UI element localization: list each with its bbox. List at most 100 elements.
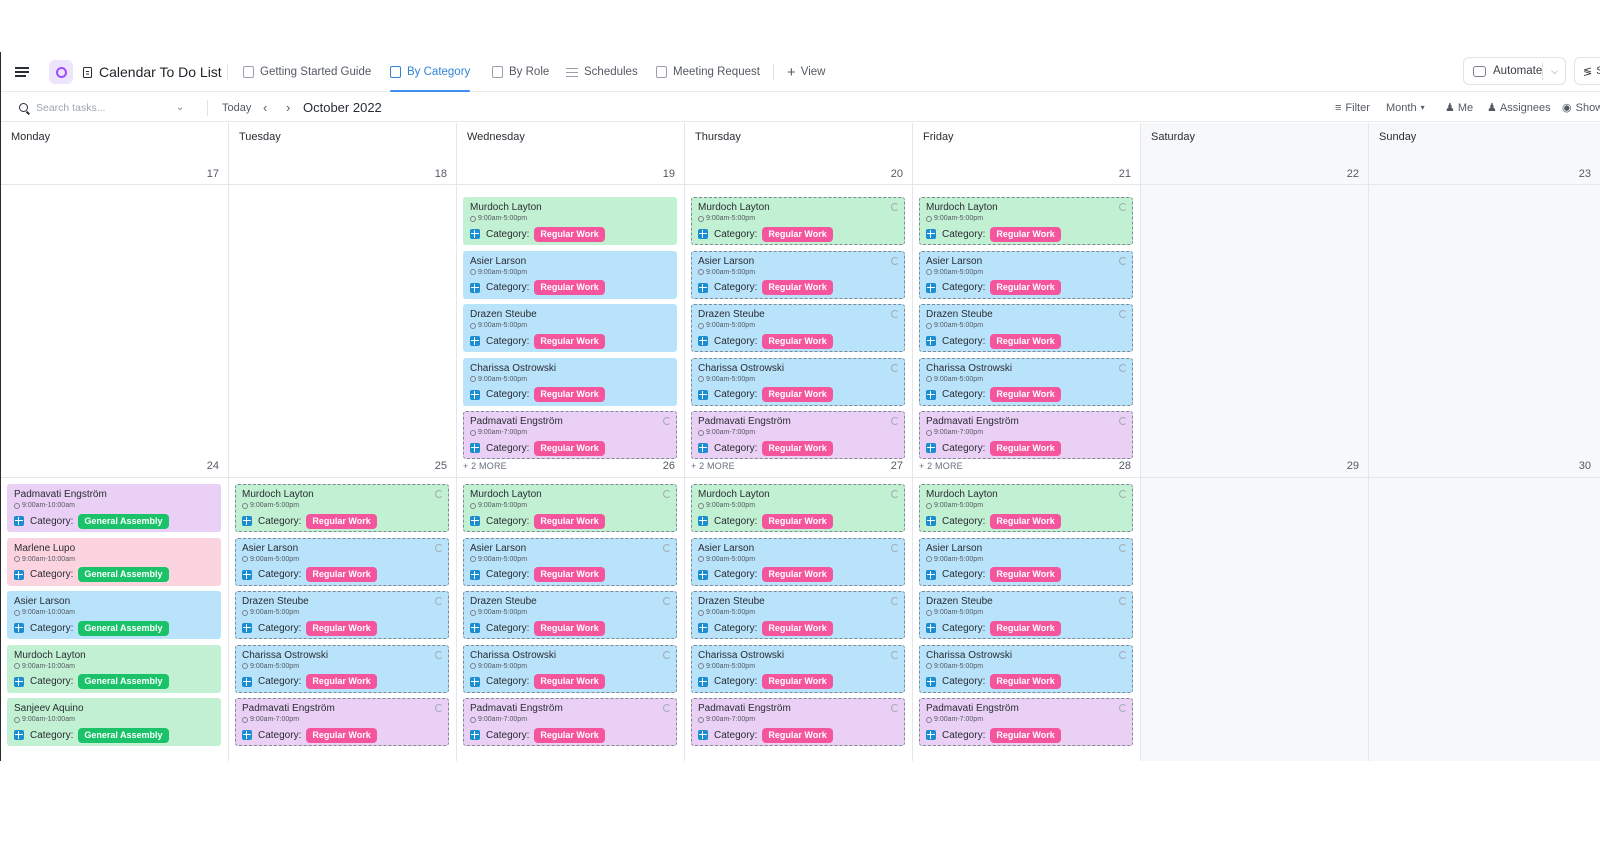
category-tag[interactable]: Regular Work — [306, 620, 377, 636]
category-tag[interactable]: Regular Work — [990, 440, 1061, 456]
task-card[interactable]: Murdoch Layton 9:00am-5:00pm Category: Regu… — [235, 484, 449, 532]
date-number[interactable]: 17 — [179, 168, 219, 180]
category-tag[interactable]: Regular Work — [762, 513, 833, 529]
category-tag[interactable]: Regular Work — [990, 280, 1061, 295]
task-card[interactable]: Drazen Steube 9:00am-5:00pm Category: Regul… — [691, 591, 905, 639]
category-tag[interactable]: Regular Work — [306, 567, 377, 582]
date-number[interactable]: 23 — [1551, 168, 1591, 180]
task-card[interactable]: Asier Larson 9:00am-5:00pm Category: Regula… — [691, 537, 905, 586]
task-card[interactable]: Drazen Steube 9:00am-5:00pm Category: Regul… — [235, 591, 449, 639]
task-card[interactable]: Charissa Ostrowski 9:00am-5:00pm Category:… — [235, 644, 449, 693]
category-tag[interactable]: Regular Work — [762, 727, 833, 743]
date-number[interactable]: 27 — [863, 460, 903, 472]
automate-button[interactable]: Automate ⌵ — [1463, 57, 1566, 85]
category-tag[interactable]: Regular Work — [762, 226, 833, 242]
category-tag[interactable]: Regular Work — [990, 727, 1061, 743]
category-tag[interactable]: Regular Work — [534, 620, 605, 636]
task-card[interactable]: Padmavati Engström 9:00am-7:00pm Category:… — [463, 698, 677, 746]
date-number[interactable]: 29 — [1319, 460, 1359, 472]
category-tag[interactable]: Regular Work — [534, 513, 605, 529]
prev-month-button[interactable]: ‹ — [263, 93, 267, 122]
task-card[interactable]: Asier Larson 9:00am-5:00pm Category: Regula… — [463, 537, 677, 586]
category-tag[interactable]: General Assembly — [78, 513, 169, 529]
task-card[interactable]: Padmavati Engström 9:00am-7:00pm Category:… — [235, 698, 449, 746]
category-tag[interactable]: Regular Work — [762, 333, 833, 349]
task-card[interactable]: Asier Larson 9:00am-5:00pm Category: Regula… — [463, 250, 677, 299]
space-icon[interactable] — [49, 52, 73, 92]
task-card[interactable]: Murdoch Layton 9:00am-5:00pm Category: Regu… — [463, 484, 677, 532]
date-number[interactable]: 20 — [863, 168, 903, 180]
category-tag[interactable]: General Assembly — [78, 674, 169, 689]
task-card[interactable]: Drazen Steube 9:00am-5:00pm Category: Regul… — [919, 304, 1133, 352]
more-tasks-link[interactable]: + 2 MORE — [691, 461, 735, 471]
task-card[interactable]: Charissa Ostrowski 9:00am-5:00pm Category:… — [691, 644, 905, 693]
task-card[interactable]: Asier Larson 9:00am-5:00pm Category: Regula… — [691, 250, 905, 299]
task-card[interactable]: Marlene Lupo 9:00am-10:00am Category: Gener… — [7, 537, 221, 586]
more-tasks-link[interactable]: + 2 MORE — [919, 461, 963, 471]
tab-by-role[interactable]: By Role — [492, 52, 549, 92]
task-card[interactable]: Drazen Steube 9:00am-5:00pm Category: Regul… — [463, 591, 677, 639]
category-tag[interactable]: Regular Work — [534, 333, 605, 349]
task-card[interactable]: Padmavati Engström 9:00am-7:00pm Category:… — [919, 698, 1133, 746]
category-tag[interactable]: Regular Work — [534, 280, 605, 295]
task-card[interactable]: Asier Larson 9:00am-5:00pm Category: Regula… — [235, 537, 449, 586]
task-card[interactable]: Murdoch Layton 9:00am-5:00pm Category: Regu… — [691, 197, 905, 245]
category-tag[interactable]: Regular Work — [534, 440, 605, 456]
category-tag[interactable]: Regular Work — [534, 674, 605, 689]
chevron-down-icon[interactable]: ⌄ — [176, 102, 184, 113]
task-card[interactable]: Asier Larson 9:00am-10:00am Category: Gener… — [7, 591, 221, 639]
category-tag[interactable]: Regular Work — [990, 674, 1061, 689]
chevron-down-icon[interactable]: ⌵ — [1542, 62, 1566, 80]
task-card[interactable]: Charissa Ostrowski 9:00am-5:00pm Category:… — [463, 644, 677, 693]
task-card[interactable]: Sanjeev Aquino 9:00am-10:00am Category: Gen… — [7, 698, 221, 746]
search-box[interactable]: ⌄ — [19, 93, 184, 122]
category-tag[interactable]: Regular Work — [762, 440, 833, 456]
month-select[interactable]: Month ▾ — [1386, 93, 1425, 122]
next-month-button[interactable]: › — [286, 93, 290, 122]
task-card[interactable]: Padmavati Engström 9:00am-7:00pm Category:… — [691, 411, 905, 459]
category-tag[interactable]: Regular Work — [762, 620, 833, 636]
task-card[interactable]: Padmavati Engström 9:00am-7:00pm Category:… — [463, 411, 677, 459]
category-tag[interactable]: Regular Work — [534, 226, 605, 242]
task-card[interactable]: Drazen Steube 9:00am-5:00pm Category: Regul… — [919, 591, 1133, 639]
task-card[interactable]: Charissa Ostrowski 9:00am-5:00pm Category:… — [463, 357, 677, 406]
tab-by-category[interactable]: By Category — [390, 52, 471, 92]
task-card[interactable]: Charissa Ostrowski 9:00am-5:00pm Category:… — [691, 357, 905, 406]
date-number[interactable]: 18 — [407, 168, 447, 180]
list-title[interactable]: Calendar To Do List — [83, 52, 222, 92]
category-tag[interactable]: Regular Work — [990, 387, 1061, 402]
task-card[interactable]: Charissa Ostrowski 9:00am-5:00pm Category:… — [919, 357, 1133, 406]
task-card[interactable]: Murdoch Layton 9:00am-5:00pm Category: Regu… — [691, 484, 905, 532]
tab-schedules[interactable]: Schedules — [566, 52, 638, 92]
category-tag[interactable]: Regular Work — [990, 567, 1061, 582]
date-number[interactable]: 26 — [635, 460, 675, 472]
category-tag[interactable]: Regular Work — [990, 513, 1061, 529]
category-tag[interactable]: Regular Work — [306, 674, 377, 689]
task-card[interactable]: Asier Larson 9:00am-5:00pm Category: Regula… — [919, 537, 1133, 586]
date-number[interactable]: 19 — [635, 168, 675, 180]
category-tag[interactable]: Regular Work — [306, 513, 377, 529]
task-card[interactable]: Murdoch Layton 9:00am-10:00am Category: Gen… — [7, 644, 221, 693]
assignees-button[interactable]: ♟ Assignees — [1487, 93, 1551, 122]
tab-meeting-request[interactable]: Meeting Request — [656, 52, 760, 92]
category-tag[interactable]: Regular Work — [534, 567, 605, 582]
more-tasks-link[interactable]: + 2 MORE — [463, 461, 507, 471]
task-card[interactable]: Murdoch Layton 9:00am-5:00pm Category: Regu… — [919, 484, 1133, 532]
tab-getting-started-guide[interactable]: Getting Started Guide — [243, 52, 371, 92]
task-card[interactable]: Drazen Steube 9:00am-5:00pm Category: Regul… — [691, 304, 905, 352]
date-number[interactable]: 25 — [407, 460, 447, 472]
today-button[interactable]: Today — [222, 93, 251, 122]
show-button[interactable]: ◉ Show — [1562, 93, 1600, 122]
task-card[interactable]: Murdoch Layton 9:00am-5:00pm Category: Regu… — [463, 197, 677, 245]
category-tag[interactable]: Regular Work — [990, 226, 1061, 242]
me-filter-button[interactable]: ♟ Me — [1445, 93, 1473, 122]
share-button[interactable]: ≶ S — [1574, 57, 1600, 85]
date-number[interactable]: 21 — [1091, 168, 1131, 180]
search-input[interactable] — [36, 101, 176, 114]
task-card[interactable]: Padmavati Engström 9:00am-10:00am Category… — [7, 484, 221, 532]
task-card[interactable]: Padmavati Engström 9:00am-7:00pm Category:… — [919, 411, 1133, 459]
date-number[interactable]: 24 — [179, 460, 219, 472]
task-card[interactable]: Padmavati Engström 9:00am-7:00pm Category:… — [691, 698, 905, 746]
task-card[interactable]: Asier Larson 9:00am-5:00pm Category: Regula… — [919, 250, 1133, 299]
category-tag[interactable]: General Assembly — [78, 727, 169, 743]
